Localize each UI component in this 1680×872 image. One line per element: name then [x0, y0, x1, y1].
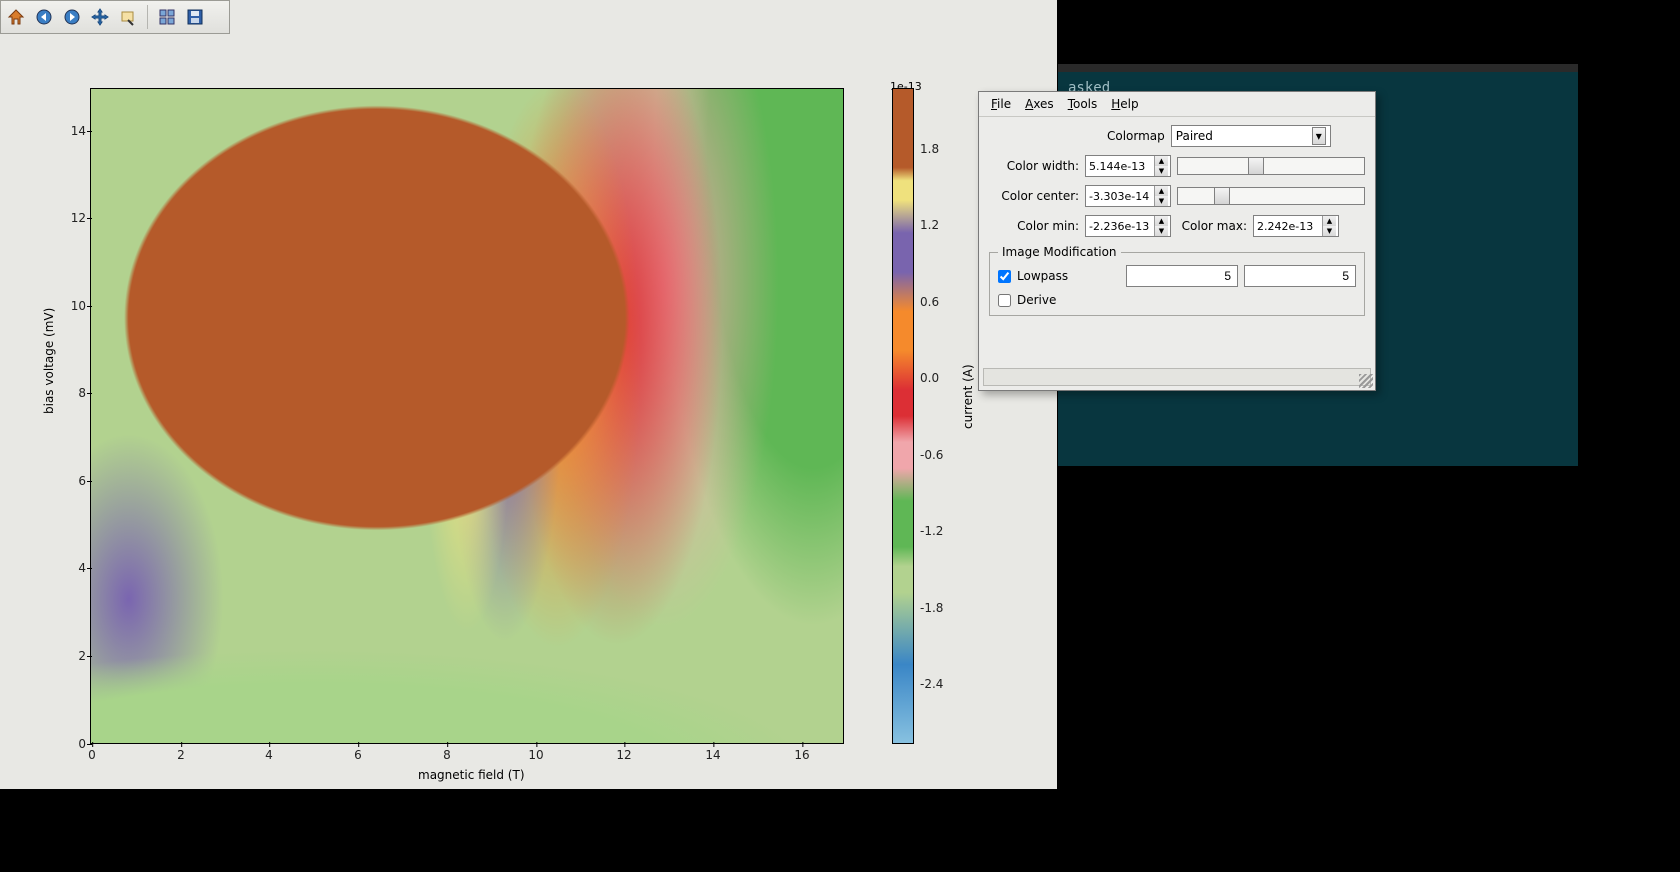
forward-button[interactable] — [61, 6, 83, 28]
ytick: 12 — [56, 211, 86, 225]
derive-checkbox-row: Derive — [998, 293, 1056, 307]
color-width-spinner[interactable]: ▲▼ — [1085, 155, 1171, 177]
color-width-input[interactable] — [1086, 158, 1154, 175]
ctick: 0.6 — [920, 295, 939, 309]
ctick: 1.8 — [920, 142, 939, 156]
colormap-label: Colormap — [1107, 129, 1165, 143]
color-center-spinner[interactable]: ▲▼ — [1085, 185, 1171, 207]
save-button[interactable] — [184, 6, 206, 28]
color-width-slider[interactable] — [1177, 157, 1365, 175]
subplots-button[interactable] — [156, 6, 178, 28]
pan-button[interactable] — [89, 6, 111, 28]
y-axis-label: bias voltage (mV) — [42, 308, 56, 414]
xtick: 16 — [794, 748, 809, 762]
ctick: 0.0 — [920, 371, 939, 385]
dialog-menubar: File Axes Tools Help — [979, 92, 1375, 117]
dialog-statusbar — [983, 368, 1371, 386]
x-axis-label: magnetic field (T) — [418, 768, 525, 782]
dialog-form: Colormap Paired ▾ Color width: ▲▼ Color … — [979, 117, 1375, 320]
ytick: 8 — [56, 386, 86, 400]
ctick: 1.2 — [920, 218, 939, 232]
desktop: asked asked asked asked asked of range o… — [0, 0, 1680, 872]
ytick: 6 — [56, 474, 86, 488]
color-min-input[interactable] — [1086, 218, 1154, 235]
color-max-spinner[interactable]: ▲▼ — [1253, 215, 1339, 237]
floppy-icon — [186, 8, 204, 26]
derive-checkbox[interactable] — [998, 294, 1011, 307]
color-center-slider[interactable] — [1177, 187, 1365, 205]
heatmap-axes[interactable] — [90, 88, 844, 744]
spinner-arrows[interactable]: ▲▼ — [1154, 186, 1168, 206]
lowpass-y-input[interactable] — [1244, 265, 1356, 287]
arrow-right-icon — [63, 8, 81, 26]
color-center-label: Color center: — [989, 189, 1079, 203]
home-icon — [7, 8, 25, 26]
heatmap-image — [91, 89, 843, 743]
slider-thumb[interactable] — [1214, 187, 1230, 205]
settings-dialog: File Axes Tools Help Colormap Paired ▾ C… — [978, 91, 1376, 391]
ytick: 14 — [56, 124, 86, 138]
xtick: 0 — [88, 748, 96, 762]
xtick: 2 — [177, 748, 185, 762]
xtick: 6 — [354, 748, 362, 762]
lowpass-label: Lowpass — [1017, 269, 1068, 283]
zoom-icon — [119, 8, 137, 26]
resize-grip-icon[interactable] — [1359, 374, 1373, 388]
lowpass-checkbox-row: Lowpass — [998, 269, 1068, 283]
spinner-arrows[interactable]: ▲▼ — [1154, 156, 1168, 176]
colorbar — [892, 88, 914, 744]
menu-help[interactable]: Help — [1105, 95, 1144, 113]
menu-file[interactable]: File — [985, 95, 1017, 113]
home-button[interactable] — [5, 6, 27, 28]
color-center-row: Color center: ▲▼ — [989, 185, 1365, 207]
xtick: 10 — [528, 748, 543, 762]
slider-thumb[interactable] — [1248, 157, 1264, 175]
color-minmax-row: Color min: ▲▼ Color max: ▲▼ — [989, 215, 1365, 237]
toolbar-separator — [147, 5, 148, 29]
lowpass-checkbox[interactable] — [998, 270, 1011, 283]
lowpass-x-input[interactable] — [1126, 265, 1238, 287]
ytick: 2 — [56, 649, 86, 663]
menu-axes[interactable]: Axes — [1019, 95, 1060, 113]
arrow-left-icon — [35, 8, 53, 26]
ctick: -1.2 — [920, 524, 943, 538]
ctick: -2.4 — [920, 677, 943, 691]
figure-toolbar — [0, 0, 230, 34]
spinner-arrows[interactable]: ▲▼ — [1154, 216, 1168, 236]
xtick: 14 — [705, 748, 720, 762]
ctick: -0.6 — [920, 448, 943, 462]
ytick: 0 — [56, 737, 86, 751]
color-center-input[interactable] — [1086, 188, 1154, 205]
derive-label: Derive — [1017, 293, 1056, 307]
image-modification-legend: Image Modification — [998, 245, 1121, 259]
figure-window: 0 2 4 6 8 10 12 14 0 2 4 6 8 10 12 14 16… — [0, 0, 1058, 790]
figure-canvas[interactable]: 0 2 4 6 8 10 12 14 0 2 4 6 8 10 12 14 16… — [0, 34, 1057, 789]
colorbar-label: current (A) — [961, 364, 975, 429]
color-max-input[interactable] — [1254, 218, 1322, 235]
layout-icon — [158, 8, 176, 26]
colormap-row: Colormap Paired ▾ — [989, 125, 1365, 147]
colormap-value: Paired — [1176, 129, 1213, 143]
color-min-spinner[interactable]: ▲▼ — [1085, 215, 1171, 237]
color-width-row: Color width: ▲▼ — [989, 155, 1365, 177]
colormap-select[interactable]: Paired ▾ — [1171, 125, 1331, 147]
spinner-arrows[interactable]: ▲▼ — [1322, 216, 1336, 236]
ctick: -1.8 — [920, 601, 943, 615]
move-icon — [91, 8, 109, 26]
xtick: 12 — [616, 748, 631, 762]
menu-tools[interactable]: Tools — [1062, 95, 1104, 113]
zoom-button[interactable] — [117, 6, 139, 28]
back-button[interactable] — [33, 6, 55, 28]
ytick: 10 — [56, 299, 86, 313]
color-max-label: Color max: — [1177, 219, 1247, 233]
chevron-down-icon: ▾ — [1312, 127, 1326, 145]
xtick: 4 — [265, 748, 273, 762]
xtick: 8 — [443, 748, 451, 762]
image-modification-group: Image Modification Lowpass Derive — [989, 245, 1365, 316]
color-min-label: Color min: — [989, 219, 1079, 233]
ytick: 4 — [56, 561, 86, 575]
color-width-label: Color width: — [989, 159, 1079, 173]
